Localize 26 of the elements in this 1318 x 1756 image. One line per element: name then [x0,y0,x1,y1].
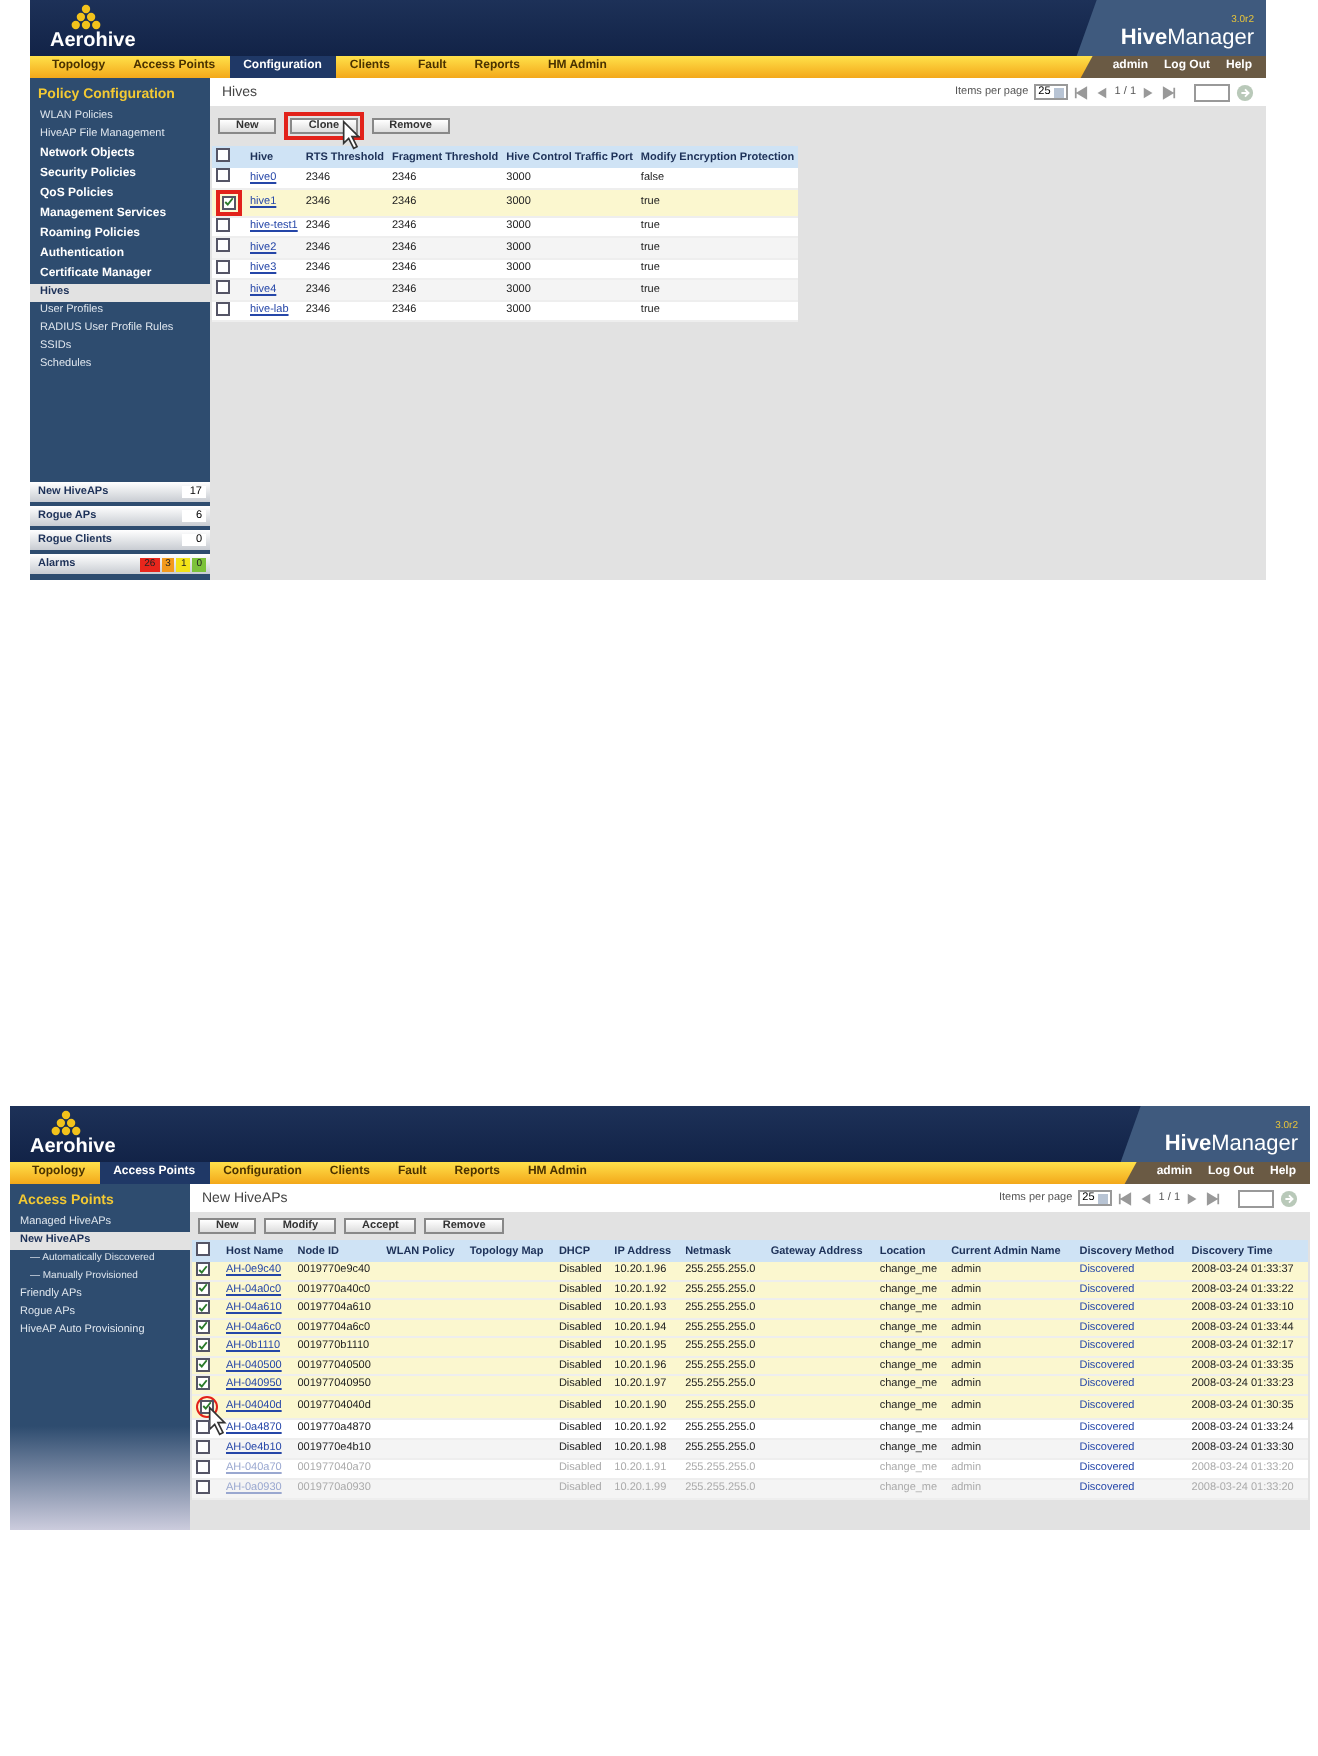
first-page-icon[interactable] [1074,85,1089,99]
row-checkbox[interactable] [216,280,230,295]
select-all-checkbox[interactable] [196,1242,210,1256]
product-name: HiveManager [1120,26,1254,52]
page-input[interactable] [1194,83,1230,101]
row-checkbox[interactable] [216,168,230,183]
previous-page-icon[interactable] [1094,85,1109,99]
product-name: HiveManager [1164,1132,1298,1158]
honeycomb-icon [50,1110,82,1136]
last-page-icon[interactable] [1162,85,1176,99]
row-checkbox[interactable] [196,1376,210,1390]
previous-page-icon[interactable] [1138,1191,1153,1205]
select-all-checkbox[interactable] [216,148,230,162]
next-page-icon[interactable] [1142,85,1156,99]
page-input[interactable] [1238,1189,1274,1207]
row-checkbox[interactable] [196,1262,210,1276]
last-page-icon[interactable] [1206,1191,1220,1205]
row-checkbox[interactable] [222,195,236,209]
honeycomb-icon [70,4,102,30]
row-checkbox[interactable] [216,238,230,253]
row-checkbox[interactable] [196,1338,210,1352]
logo-text: Aerohive [30,1136,116,1158]
row-checkbox[interactable] [196,1300,210,1314]
logo-text: Aerohive [50,30,136,52]
first-page-icon[interactable] [1118,1191,1133,1205]
next-page-icon[interactable] [1186,1191,1200,1205]
